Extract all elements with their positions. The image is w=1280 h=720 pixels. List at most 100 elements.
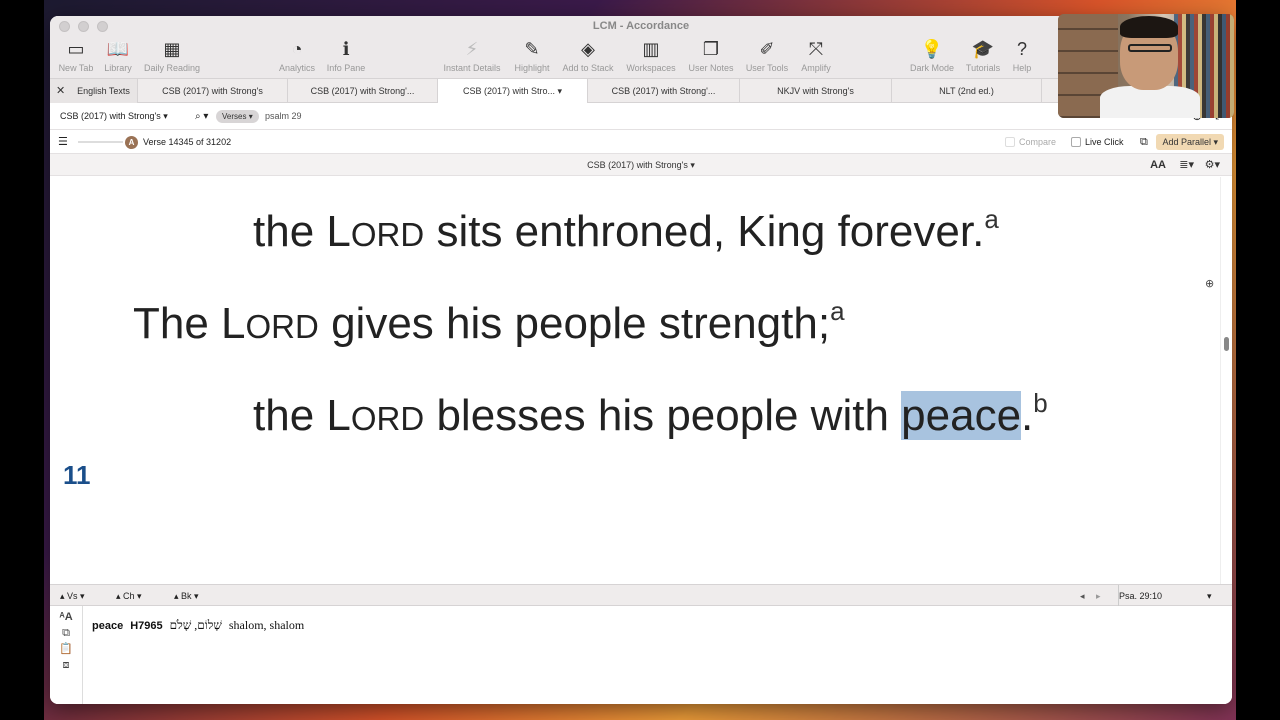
amplify-icon: ⤧ [808,39,824,59]
parallel-icon[interactable]: ⧉ [1140,130,1148,154]
close-icon[interactable]: ✕ [56,79,65,103]
reference-field[interactable]: Psa. 29:10 [1118,585,1218,607]
search-mode-pill[interactable]: Verses ▾ [216,110,259,123]
text-segment: sits enthroned, King forever. [424,207,985,256]
verse-status: Verse 14345 of 31202 [143,137,232,147]
letterbox-left [0,0,44,720]
instant-details-sidebar: ᴬA ⧉ 📋 ⧈ [50,606,83,704]
toolbar-label: Amplify [801,63,831,73]
toolbar-label: Analytics [278,63,315,73]
verse-number[interactable]: 11 [63,460,91,491]
text-segment: the L [253,391,351,440]
add-parallel-button[interactable]: Add Parallel ▾ [1156,134,1224,150]
instant-details-pane: ᴬA ⧉ 📋 ⧈ peace H7965 שָׁלוֹם, שָׁלֹם sha… [50,606,1232,704]
footnote-marker[interactable]: a [830,296,844,326]
tab-group-english-texts[interactable]: ✕ English Texts [50,79,138,103]
clipboard-icon[interactable]: 📋 [50,641,82,657]
book-nav-label: Bk [181,591,192,601]
add-to-stack-button[interactable]: ◈ Add to Stack [553,38,623,73]
webcam-overlay [1058,14,1234,118]
back-arrow-icon[interactable]: ◂ [1080,585,1085,607]
scrollbar-thumb[interactable] [1224,337,1229,351]
help-icon: ? [1016,39,1027,59]
tab-nlt[interactable]: NLT (2nd ed.) [892,79,1042,103]
pane-title: CSB (2017) with Strong's [587,160,688,170]
text-segment: The L [133,299,246,348]
letterbox-right [1236,0,1280,720]
tab-nkjv[interactable]: NKJV with Strong's [740,79,892,103]
module-name: CSB (2017) with Strong's [60,111,161,121]
transliteration: shalom, shalom [228,618,305,632]
compare-label: Compare [1019,137,1057,147]
verse-10-line: the LORD sits enthroned, King forever.a [253,204,999,257]
toolbar-label: Info Pane [326,63,366,73]
chapter-nav[interactable]: ▴ Ch ▾ [116,585,142,607]
chevron-down-icon: ▾ [557,86,563,96]
footnote-marker[interactable]: b [1033,388,1047,418]
tab-csb-4[interactable]: CSB (2017) with Strong'... [588,79,740,103]
add-plus-icon[interactable]: ⊕ [1205,277,1214,290]
format-icon[interactable]: ≣▾ [1179,154,1194,176]
footnote-marker[interactable]: a [984,204,998,234]
zoom-slider[interactable] [78,141,123,143]
font-size-icon[interactable]: ᴬA [50,609,82,625]
tab-csb-2[interactable]: CSB (2017) with Strong'... [288,79,438,103]
presenter-glasses [1128,44,1172,52]
text-segment: . [1021,391,1034,440]
search-input[interactable]: psalm 29 [265,103,302,130]
font-size-icon[interactable]: AA [1150,154,1166,176]
book-nav[interactable]: ▴ Bk ▾ [174,585,199,607]
toolbar-label: User Notes [688,63,734,73]
list-icon[interactable]: ☰ [58,130,68,154]
presenter-hair [1120,16,1178,38]
window-icon[interactable]: ⧈ [50,657,82,673]
hebrew-word: שָׁלוֹם, שָׁלֹם [169,618,222,632]
window-title: LCM - Accordance [592,20,690,32]
search-bar: CSB (2017) with Strong's ▾ ⌕ ▾ Verses ▾ … [50,103,1232,130]
chapter-nav-label: Ch [123,591,135,601]
bible-text-pane[interactable]: the LORD sits enthroned, King forever.a … [50,177,1220,584]
copy-icon[interactable]: ⧉ [50,625,82,641]
text-segment: blesses his people with [424,391,902,440]
pane-title-selector[interactable]: CSB (2017) with Strong's ▾ [50,154,1232,176]
live-click-label: Live Click [1085,137,1124,147]
tab-bar: ✕ English Texts CSB (2017) with Strong's… [50,79,1232,103]
navigation-bar: ▴ Vs ▾ ▴ Ch ▾ ▴ Bk ▾ ◂ ▸ Psa. 29:10 ▾ [50,584,1232,607]
module-selector[interactable]: CSB (2017) with Strong's ▾ [60,103,168,130]
title-toolbar: LCM - Accordance ▭ New Tab 📖 Library ▦ Daily … [50,16,1232,79]
small-caps-lord: ORD [350,400,425,437]
tab-csb-3-active[interactable]: CSB (2017) with Stro... ▾ [438,79,588,103]
live-click-checkbox[interactable] [1071,137,1081,147]
search-mode-label: Verses [222,112,247,121]
scrollbar[interactable] [1220,177,1232,584]
highlighted-word[interactable]: peace [901,391,1022,440]
toolbar-label: Library [104,63,132,73]
gear-icon[interactable]: ⚙▾ [1205,154,1220,176]
pane-header: CSB (2017) with Strong's ▾ AA ≣▾ ⚙▾ [50,154,1232,176]
info-bar: ☰ A Verse 14345 of 31202 Compare Live Cl… [50,130,1232,154]
search-icon[interactable]: ⌕ ▾ [195,103,208,130]
toolbar-label: Highlight [514,63,550,73]
help-button[interactable]: ? Help [987,38,1057,73]
verse-nav-label: Vs [67,591,78,601]
info-icon: ℹ [342,39,350,59]
tab-csb-1[interactable]: CSB (2017) with Strong's [138,79,288,103]
toolbar-label: Workspaces [626,63,676,73]
toolbar-label: Instant Details [443,63,501,73]
add-parallel-label: Add Parallel [1162,137,1211,147]
layers-icon: ◈ [581,39,595,59]
reference-value: Psa. 29:10 [1119,591,1163,601]
daily-reading-button[interactable]: ▦ Daily Reading [137,38,207,73]
forward-arrow-icon[interactable]: ▸ [1096,585,1101,607]
amplify-button[interactable]: ⤧ Amplify [781,38,851,73]
module-badge: A [125,136,138,149]
instant-details-text: peace H7965 שָׁלוֹם, שָׁלֹם shalom, shal… [92,618,304,633]
verse-nav[interactable]: ▴ Vs ▾ [60,585,85,607]
chevron-down-icon[interactable]: ▾ [1207,585,1212,607]
strongs-number[interactable]: H7965 [130,620,162,632]
small-caps-lord: ORD [245,308,319,345]
toolbar-label: Add to Stack [562,63,614,73]
compare-checkbox[interactable] [1005,137,1015,147]
text-segment: the L [253,207,351,256]
info-pane-button[interactable]: ℹ Info Pane [311,38,381,73]
